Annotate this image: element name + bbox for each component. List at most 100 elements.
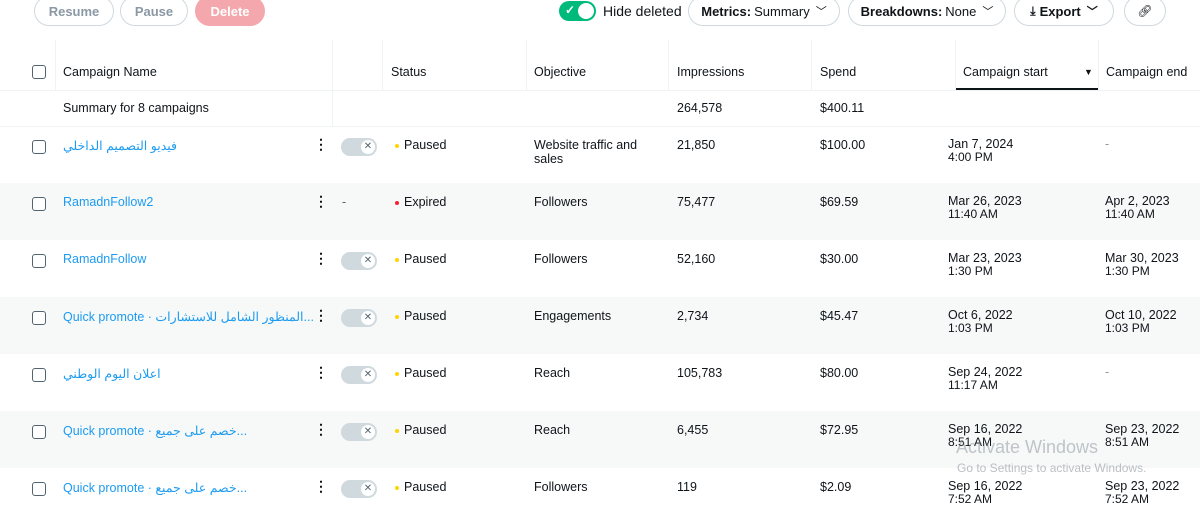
header-status[interactable]: Status xyxy=(391,65,426,79)
export-dropdown[interactable]: ⤓ Export ﹀ xyxy=(1014,0,1114,26)
campaign-name-link[interactable]: اعلان اليوم الوطني xyxy=(63,366,161,381)
copy-link-button[interactable]: 🔗︎ xyxy=(1124,0,1166,26)
header-campaign-start[interactable]: Campaign start xyxy=(963,65,1048,79)
objective-cell: Reach xyxy=(534,366,571,380)
metrics-dropdown[interactable]: Metrics: Summary ﹀ xyxy=(688,0,840,26)
campaign-start-cell: Jan 7, 2024 4:00 PM xyxy=(948,138,1013,164)
header-spend[interactable]: Spend xyxy=(820,65,856,79)
status-dot-icon xyxy=(395,314,399,319)
more-options-icon[interactable]: ⋮ xyxy=(314,364,328,381)
hide-deleted-toggle[interactable]: ✓ xyxy=(559,1,596,21)
close-icon: ✕ xyxy=(361,482,375,496)
table-row[interactable]: RamadnFollow2 ⋮ - Expired Followers 75,477 $69… xyxy=(0,183,1200,240)
more-options-icon[interactable]: ⋮ xyxy=(314,250,328,267)
more-options-icon[interactable]: ⋮ xyxy=(314,193,328,210)
start-time: 1:30 PM xyxy=(948,264,993,278)
end-date: Sep 23, 2022 xyxy=(1105,479,1180,493)
campaign-toggle[interactable]: ✕ xyxy=(341,366,377,384)
breakdowns-dropdown[interactable]: Breakdowns: None ﹀ xyxy=(848,0,1006,26)
spend-cell: $2.09 xyxy=(820,480,852,494)
campaign-toggle[interactable]: ✕ xyxy=(341,138,377,156)
table-row[interactable]: Quick promote · المنظور الشامل للاستشارا… xyxy=(0,297,1200,354)
row-checkbox[interactable] xyxy=(32,425,46,439)
status-cell: Paused xyxy=(395,138,446,152)
row-checkbox[interactable] xyxy=(32,368,46,382)
resume-button[interactable]: Resume xyxy=(34,0,114,26)
row-checkbox[interactable] xyxy=(32,311,46,325)
activate-windows-subtitle: Go to Settings to activate Windows. xyxy=(957,461,1147,475)
row-checkbox[interactable] xyxy=(32,254,46,268)
end-date: Oct 10, 2022 xyxy=(1105,308,1177,322)
campaign-toggle[interactable]: ✕ xyxy=(341,480,377,498)
end-time: 11:40 AM xyxy=(1105,207,1155,221)
campaign-name-link[interactable]: RamadnFollow2 xyxy=(63,195,153,209)
impressions-cell: 6,455 xyxy=(677,423,709,437)
table-row[interactable]: فيديو التصميم الداخلي ⋮ ✕ Paused Website tra… xyxy=(0,126,1200,183)
campaign-end-cell: - xyxy=(1105,138,1109,151)
summary-spend: $400.11 xyxy=(820,101,865,115)
campaign-end-cell: Oct 10, 2022 1:03 PM xyxy=(1105,309,1177,335)
end-date: Mar 30, 2023 xyxy=(1105,251,1179,265)
table-row[interactable]: اعلان اليوم الوطني ⋮ ✕ Paused Reach 105,783 $8… xyxy=(0,354,1200,411)
status-text: Paused xyxy=(404,252,447,266)
export-label: Export xyxy=(1039,3,1081,19)
delete-button[interactable]: Delete xyxy=(195,0,265,26)
spend-cell: $69.59 xyxy=(820,195,859,209)
start-date: Sep 16, 2022 xyxy=(948,422,1023,436)
campaign-name-link[interactable]: فيديو التصميم الداخلي xyxy=(63,138,177,153)
header-campaign-end[interactable]: Campaign end xyxy=(1106,65,1187,79)
sort-desc-icon[interactable]: ▼ xyxy=(1084,67,1093,77)
campaign-name-link[interactable]: RamadnFollow xyxy=(63,252,146,266)
row-checkbox[interactable] xyxy=(32,197,46,211)
activate-windows-title: Activate Windows xyxy=(956,437,1099,457)
row-checkbox[interactable] xyxy=(32,482,46,496)
end-date: Apr 2, 2023 xyxy=(1105,194,1170,208)
impressions-cell: 119 xyxy=(677,480,697,494)
toggle-knob xyxy=(578,3,594,19)
header-campaign-name[interactable]: Campaign Name xyxy=(63,65,157,79)
campaign-end-cell: Mar 30, 2023 1:30 PM xyxy=(1105,252,1179,278)
more-options-icon[interactable]: ⋮ xyxy=(314,478,328,495)
header-impressions[interactable]: Impressions xyxy=(677,65,744,79)
chevron-down-icon: ﹀ xyxy=(815,6,827,18)
row-checkbox[interactable] xyxy=(32,140,46,154)
select-all-checkbox[interactable] xyxy=(32,65,46,79)
table-row[interactable]: RamadnFollow ⋮ ✕ Paused Followers 52,160 $30.0… xyxy=(0,240,1200,297)
status-dot-icon xyxy=(395,371,399,376)
table-header: Campaign Name Status Objective Impressio… xyxy=(0,40,1200,91)
campaign-start-cell: Sep 24, 2022 11:17 AM xyxy=(948,366,1022,392)
campaign-toggle[interactable]: ✕ xyxy=(341,423,377,441)
more-options-icon[interactable]: ⋮ xyxy=(314,307,328,324)
more-options-icon[interactable]: ⋮ xyxy=(314,136,328,153)
campaign-start-cell: Oct 6, 2022 1:03 PM xyxy=(948,309,1013,335)
close-icon: ✕ xyxy=(361,254,375,268)
delete-label: Delete xyxy=(210,3,250,19)
end-date: - xyxy=(1105,137,1110,151)
campaign-name-link[interactable]: Quick promote · خصم على جميع... xyxy=(63,423,247,438)
objective-cell: Followers xyxy=(534,195,588,209)
campaign-toggle[interactable]: ✕ xyxy=(341,309,377,327)
more-options-icon[interactable]: ⋮ xyxy=(314,421,328,438)
objective-cell: Engagements xyxy=(534,309,612,323)
checkmark-icon: ✓ xyxy=(565,3,576,17)
start-time: 7:52 AM xyxy=(948,492,993,506)
table-row[interactable]: Quick promote · خصم على جميع... ⋮ ✕ Paused F… xyxy=(0,468,1200,525)
spend-cell: $30.00 xyxy=(820,252,859,266)
status-text: Paused xyxy=(404,480,447,494)
spend-cell: $100.00 xyxy=(820,138,866,152)
campaign-start-cell: Mar 23, 2023 1:30 PM xyxy=(948,252,1022,278)
close-icon: ✕ xyxy=(361,140,375,154)
campaign-start-cell: Sep 16, 2022 7:52 AM xyxy=(948,480,1022,506)
start-date: Sep 16, 2022 xyxy=(948,479,1023,493)
header-objective[interactable]: Objective xyxy=(534,65,586,79)
status-cell: Paused xyxy=(395,252,446,266)
pause-button[interactable]: Pause xyxy=(120,0,188,26)
spend-cell: $72.95 xyxy=(820,423,859,437)
status-dot-icon xyxy=(395,428,399,433)
campaign-name-link[interactable]: Quick promote · المنظور الشامل للاستشارا… xyxy=(63,309,314,324)
end-date: - xyxy=(1105,365,1110,379)
close-icon: ✕ xyxy=(361,368,375,382)
campaign-toggle[interactable]: ✕ xyxy=(341,252,377,270)
breakdowns-key: Breakdowns: xyxy=(860,3,943,19)
campaign-name-link[interactable]: Quick promote · خصم على جميع... xyxy=(63,480,247,495)
